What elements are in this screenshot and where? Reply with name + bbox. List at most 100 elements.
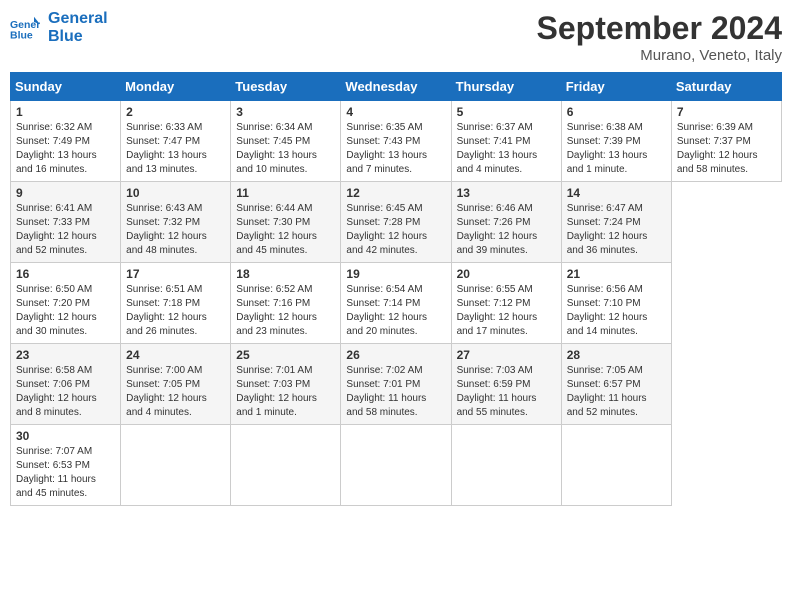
day-info: Sunrise: 6:33 AM Sunset: 7:47 PM Dayligh… (126, 121, 225, 177)
title-block: September 2024 Murano, Veneto, Italy (537, 10, 782, 64)
calendar-cell: 18 Sunrise: 6:52 AM Sunset: 7:16 PM Dayl… (231, 263, 341, 344)
calendar-cell: 1 Sunrise: 6:32 AM Sunset: 7:49 PM Dayli… (11, 101, 121, 182)
day-info: Sunrise: 7:07 AM Sunset: 6:53 PM Dayligh… (16, 445, 115, 501)
day-number: 21 (567, 267, 666, 281)
day-info: Sunrise: 6:50 AM Sunset: 7:20 PM Dayligh… (16, 283, 115, 339)
logo-icon: General Blue (10, 13, 40, 43)
day-number: 1 (16, 105, 115, 119)
calendar-header: SundayMondayTuesdayWednesdayThursdayFrid… (11, 73, 782, 101)
day-info: Sunrise: 6:47 AM Sunset: 7:24 PM Dayligh… (567, 202, 666, 258)
col-header-monday: Monday (121, 73, 231, 101)
calendar-cell: 30 Sunrise: 7:07 AM Sunset: 6:53 PM Dayl… (11, 425, 121, 506)
day-number: 12 (346, 186, 445, 200)
calendar-cell (451, 425, 561, 506)
day-info: Sunrise: 6:58 AM Sunset: 7:06 PM Dayligh… (16, 364, 115, 420)
calendar-cell: 16 Sunrise: 6:50 AM Sunset: 7:20 PM Dayl… (11, 263, 121, 344)
calendar-cell: 20 Sunrise: 6:55 AM Sunset: 7:12 PM Dayl… (451, 263, 561, 344)
day-info: Sunrise: 6:54 AM Sunset: 7:14 PM Dayligh… (346, 283, 445, 339)
calendar-table: SundayMondayTuesdayWednesdayThursdayFrid… (10, 72, 782, 506)
logo-line1: General (48, 10, 108, 28)
day-info: Sunrise: 7:05 AM Sunset: 6:57 PM Dayligh… (567, 364, 666, 420)
month-title: September 2024 (537, 10, 782, 47)
day-number: 11 (236, 186, 335, 200)
calendar-cell: 10 Sunrise: 6:43 AM Sunset: 7:32 PM Dayl… (121, 182, 231, 263)
calendar-cell: 24 Sunrise: 7:00 AM Sunset: 7:05 PM Dayl… (121, 344, 231, 425)
day-info: Sunrise: 6:41 AM Sunset: 7:33 PM Dayligh… (16, 202, 115, 258)
day-number: 24 (126, 348, 225, 362)
col-header-sunday: Sunday (11, 73, 121, 101)
col-header-thursday: Thursday (451, 73, 561, 101)
day-number: 14 (567, 186, 666, 200)
day-number: 16 (16, 267, 115, 281)
location: Murano, Veneto, Italy (537, 47, 782, 64)
week-row: 16 Sunrise: 6:50 AM Sunset: 7:20 PM Dayl… (11, 263, 782, 344)
col-header-saturday: Saturday (671, 73, 781, 101)
day-number: 19 (346, 267, 445, 281)
calendar-cell: 12 Sunrise: 6:45 AM Sunset: 7:28 PM Dayl… (341, 182, 451, 263)
day-info: Sunrise: 6:55 AM Sunset: 7:12 PM Dayligh… (457, 283, 556, 339)
calendar-cell (231, 425, 341, 506)
calendar-cell: 21 Sunrise: 6:56 AM Sunset: 7:10 PM Dayl… (561, 263, 671, 344)
day-number: 2 (126, 105, 225, 119)
day-number: 17 (126, 267, 225, 281)
day-number: 4 (346, 105, 445, 119)
day-info: Sunrise: 6:52 AM Sunset: 7:16 PM Dayligh… (236, 283, 335, 339)
day-info: Sunrise: 6:37 AM Sunset: 7:41 PM Dayligh… (457, 121, 556, 177)
day-info: Sunrise: 7:03 AM Sunset: 6:59 PM Dayligh… (457, 364, 556, 420)
col-header-wednesday: Wednesday (341, 73, 451, 101)
col-header-friday: Friday (561, 73, 671, 101)
calendar-cell: 5 Sunrise: 6:37 AM Sunset: 7:41 PM Dayli… (451, 101, 561, 182)
day-number: 20 (457, 267, 556, 281)
day-number: 25 (236, 348, 335, 362)
calendar-cell: 27 Sunrise: 7:03 AM Sunset: 6:59 PM Dayl… (451, 344, 561, 425)
day-number: 6 (567, 105, 666, 119)
calendar-cell (561, 425, 671, 506)
day-number: 26 (346, 348, 445, 362)
day-info: Sunrise: 7:01 AM Sunset: 7:03 PM Dayligh… (236, 364, 335, 420)
day-number: 13 (457, 186, 556, 200)
day-info: Sunrise: 6:46 AM Sunset: 7:26 PM Dayligh… (457, 202, 556, 258)
svg-text:Blue: Blue (10, 30, 33, 42)
day-number: 27 (457, 348, 556, 362)
day-info: Sunrise: 7:00 AM Sunset: 7:05 PM Dayligh… (126, 364, 225, 420)
calendar-cell: 19 Sunrise: 6:54 AM Sunset: 7:14 PM Dayl… (341, 263, 451, 344)
day-info: Sunrise: 6:39 AM Sunset: 7:37 PM Dayligh… (677, 121, 776, 177)
week-row: 1 Sunrise: 6:32 AM Sunset: 7:49 PM Dayli… (11, 101, 782, 182)
calendar-cell: 3 Sunrise: 6:34 AM Sunset: 7:45 PM Dayli… (231, 101, 341, 182)
calendar-cell: 14 Sunrise: 6:47 AM Sunset: 7:24 PM Dayl… (561, 182, 671, 263)
day-number: 28 (567, 348, 666, 362)
calendar-cell (341, 425, 451, 506)
day-info: Sunrise: 6:43 AM Sunset: 7:32 PM Dayligh… (126, 202, 225, 258)
calendar-cell: 2 Sunrise: 6:33 AM Sunset: 7:47 PM Dayli… (121, 101, 231, 182)
day-number: 9 (16, 186, 115, 200)
logo: General Blue General Blue (10, 10, 108, 46)
day-info: Sunrise: 6:38 AM Sunset: 7:39 PM Dayligh… (567, 121, 666, 177)
col-header-tuesday: Tuesday (231, 73, 341, 101)
calendar-cell: 25 Sunrise: 7:01 AM Sunset: 7:03 PM Dayl… (231, 344, 341, 425)
day-number: 18 (236, 267, 335, 281)
week-row: 9 Sunrise: 6:41 AM Sunset: 7:33 PM Dayli… (11, 182, 782, 263)
calendar-cell (121, 425, 231, 506)
calendar-cell: 13 Sunrise: 6:46 AM Sunset: 7:26 PM Dayl… (451, 182, 561, 263)
calendar-cell: 7 Sunrise: 6:39 AM Sunset: 7:37 PM Dayli… (671, 101, 781, 182)
day-info: Sunrise: 7:02 AM Sunset: 7:01 PM Dayligh… (346, 364, 445, 420)
page-header: General Blue General Blue September 2024… (10, 10, 782, 64)
calendar-cell: 26 Sunrise: 7:02 AM Sunset: 7:01 PM Dayl… (341, 344, 451, 425)
calendar-cell: 23 Sunrise: 6:58 AM Sunset: 7:06 PM Dayl… (11, 344, 121, 425)
day-number: 23 (16, 348, 115, 362)
day-number: 7 (677, 105, 776, 119)
calendar-cell: 28 Sunrise: 7:05 AM Sunset: 6:57 PM Dayl… (561, 344, 671, 425)
logo-line2: Blue (48, 28, 108, 46)
day-info: Sunrise: 6:32 AM Sunset: 7:49 PM Dayligh… (16, 121, 115, 177)
day-info: Sunrise: 6:44 AM Sunset: 7:30 PM Dayligh… (236, 202, 335, 258)
day-number: 5 (457, 105, 556, 119)
calendar-cell: 6 Sunrise: 6:38 AM Sunset: 7:39 PM Dayli… (561, 101, 671, 182)
day-number: 3 (236, 105, 335, 119)
week-row: 30 Sunrise: 7:07 AM Sunset: 6:53 PM Dayl… (11, 425, 782, 506)
calendar-cell: 4 Sunrise: 6:35 AM Sunset: 7:43 PM Dayli… (341, 101, 451, 182)
calendar-cell: 17 Sunrise: 6:51 AM Sunset: 7:18 PM Dayl… (121, 263, 231, 344)
day-info: Sunrise: 6:34 AM Sunset: 7:45 PM Dayligh… (236, 121, 335, 177)
calendar-cell: 9 Sunrise: 6:41 AM Sunset: 7:33 PM Dayli… (11, 182, 121, 263)
day-info: Sunrise: 6:56 AM Sunset: 7:10 PM Dayligh… (567, 283, 666, 339)
day-info: Sunrise: 6:35 AM Sunset: 7:43 PM Dayligh… (346, 121, 445, 177)
